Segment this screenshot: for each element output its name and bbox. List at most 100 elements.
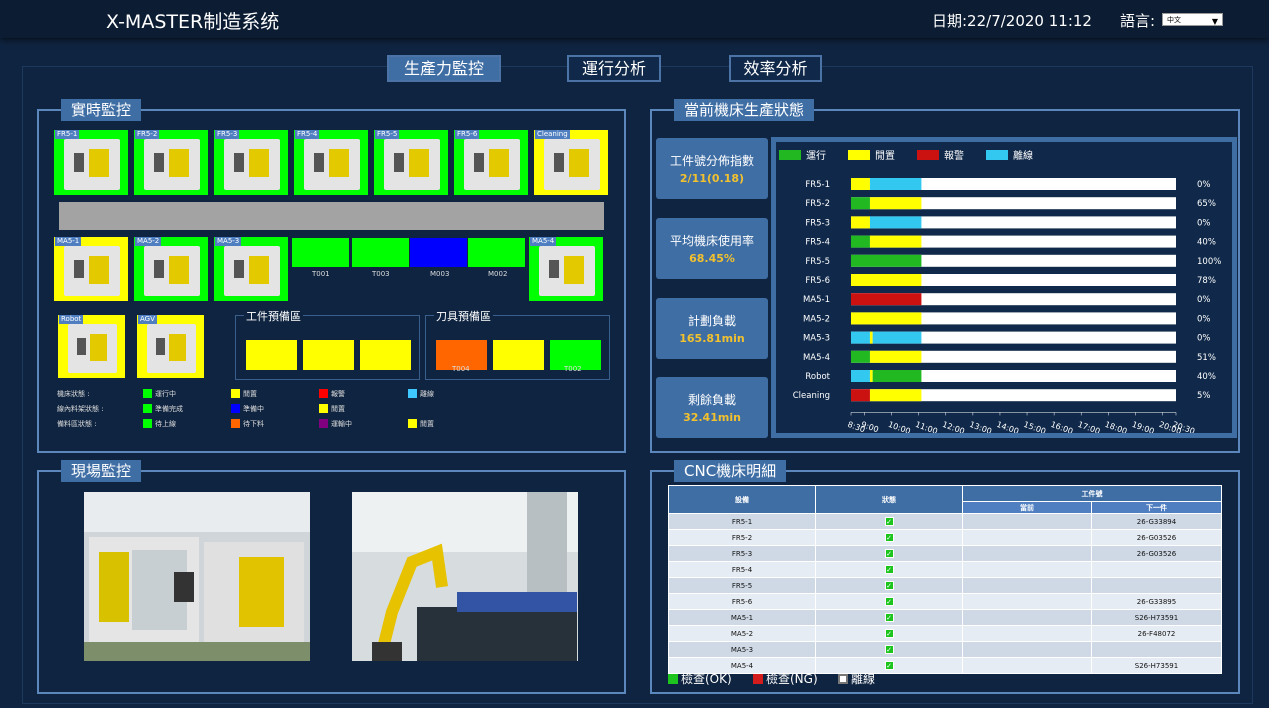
rack-buffer[interactable] xyxy=(292,238,349,267)
panel-title: 當前機床生產狀態 xyxy=(674,99,815,121)
legend-item-label: 待下料 xyxy=(243,420,264,428)
tab-efficiency-analysis[interactable]: 效率分析 xyxy=(729,55,822,82)
machine-tile[interactable]: MA5-2 xyxy=(134,237,208,301)
cell-current xyxy=(962,577,1092,594)
legend-item: 待下料 xyxy=(231,419,264,429)
cell-device: FR5-5 xyxy=(668,577,816,594)
table-row[interactable]: MA5-4 ✓ S26-H73591 xyxy=(668,657,1222,674)
machine-tile[interactable]: FR5-3 xyxy=(214,130,288,195)
rack-buffer[interactable] xyxy=(410,238,467,267)
table-row[interactable]: FR5-4 ✓ xyxy=(668,561,1222,578)
col-workpiece: 工件號 xyxy=(962,485,1222,502)
app-title: X-MASTER制造系统 xyxy=(106,11,280,33)
chart-segment xyxy=(851,274,922,286)
panel-title: 現場監控 xyxy=(61,460,142,482)
machine-tile[interactable]: Cleaning xyxy=(534,130,608,195)
chart-segment xyxy=(851,370,870,382)
legend-item: 閒置 xyxy=(319,404,345,414)
workpiece-slot xyxy=(360,340,411,370)
legend-item-label: 準備中 xyxy=(243,405,264,413)
chart-segment xyxy=(869,370,873,382)
machine-label: FR5-2 xyxy=(135,130,160,139)
machine-label: FR5-1 xyxy=(55,130,80,139)
kpi-label: 工件號分佈指數 xyxy=(669,154,754,168)
cell-device: MA5-2 xyxy=(668,625,816,642)
language-select[interactable]: 中文 ▼ xyxy=(1162,13,1223,26)
chart-segment xyxy=(869,389,922,402)
machine-tile[interactable]: MA5-4 xyxy=(529,237,603,301)
cell-device: FR5-6 xyxy=(668,593,816,610)
table-row[interactable]: FR5-1 ✓ 26-G33894 xyxy=(668,513,1222,530)
check-ok-icon: ✓ xyxy=(884,613,894,622)
chart-segment xyxy=(869,235,922,248)
chart-segment xyxy=(869,216,922,229)
chart-segment xyxy=(851,350,870,363)
chart-legend-swatch xyxy=(848,150,870,160)
machine-image xyxy=(224,139,280,190)
table-row[interactable]: MA5-1 ✓ S26-H73591 xyxy=(668,609,1222,626)
cell-current xyxy=(962,609,1092,626)
chart-segment xyxy=(851,216,870,229)
chart-row-percent: 0% xyxy=(1197,334,1211,344)
cell-current xyxy=(962,625,1092,642)
cell-next: S26-H73591 xyxy=(1091,609,1222,626)
legend-item-label: 閒置 xyxy=(243,390,257,398)
cell-current xyxy=(962,561,1092,578)
table-row[interactable]: FR5-5 ✓ xyxy=(668,577,1222,594)
machine-image xyxy=(384,139,440,190)
chart-segment xyxy=(851,293,922,306)
cell-status: ✓ xyxy=(815,513,963,530)
machine-tile[interactable]: FR5-5 xyxy=(374,130,448,195)
table-row[interactable]: MA5-2 ✓ 26-F48072 xyxy=(668,625,1222,642)
machine-label: FR5-5 xyxy=(375,130,400,139)
kpi-remaining-load: 剩餘負載 32.41min xyxy=(656,377,768,438)
chart-x-tick-label: 11:00 xyxy=(914,420,939,433)
legend-item-label: 報警 xyxy=(331,390,345,398)
rack-buffer[interactable] xyxy=(352,238,409,267)
machine-image xyxy=(64,139,120,190)
legend-swatch xyxy=(143,404,152,413)
kpi-label: 平均機床使用率 xyxy=(669,234,754,248)
tool-slot xyxy=(493,340,544,370)
cell-status: ✓ xyxy=(815,593,963,610)
machine-tile[interactable]: MA5-3 xyxy=(214,237,288,301)
robot-tile[interactable]: Robot xyxy=(58,315,125,378)
cell-status: ✓ xyxy=(815,561,963,578)
workpiece-prep-area: 工件預備區 xyxy=(235,308,420,380)
robot-tile[interactable]: AGV xyxy=(137,315,204,378)
machine-tile[interactable]: MA5-1 xyxy=(54,237,128,301)
kpi-value: 68.45% xyxy=(689,252,735,265)
legend-swatch xyxy=(143,389,152,398)
language-value: 中文 xyxy=(1167,16,1181,24)
legend-swatch xyxy=(319,404,328,413)
machine-tile[interactable]: FR5-4 xyxy=(294,130,368,195)
legend-swatch xyxy=(231,404,240,413)
check-ng-icon xyxy=(753,674,763,684)
legend-item: 待上線 xyxy=(143,419,176,429)
rack-buffer[interactable] xyxy=(468,238,525,267)
machine-image xyxy=(144,139,200,190)
chart-segment xyxy=(869,178,922,190)
chart-row-label: FR5-2 xyxy=(805,199,830,209)
table-row[interactable]: FR5-2 ✓ 26-G03526 xyxy=(668,529,1222,546)
cell-current xyxy=(962,513,1092,530)
tab-operation-analysis[interactable]: 運行分析 xyxy=(567,55,661,82)
kpi-value: 32.41min xyxy=(683,411,741,424)
legend-item-label: 運行中 xyxy=(155,390,176,398)
chart-row-percent: 100% xyxy=(1197,257,1221,267)
table-row[interactable]: FR5-6 ✓ 26-G33895 xyxy=(668,593,1222,610)
cell-next xyxy=(1091,561,1222,578)
rack-buffer-label: T001 xyxy=(312,270,330,278)
workpiece-prep-title: 工件預備區 xyxy=(244,308,303,324)
machine-tile[interactable]: FR5-2 xyxy=(134,130,208,195)
machine-tile[interactable]: FR5-6 xyxy=(454,130,528,195)
tab-productivity[interactable]: 生產力監控 xyxy=(387,55,501,82)
chart-row-label: FR5-1 xyxy=(805,180,830,190)
machine-timeline-chart-frame: 運行 閒置 報警 離線 FR5-1 0% FR5-2 65% FR5-3 0% FR5-4 40% FR… xyxy=(771,137,1237,438)
legend-item: 運輸中 xyxy=(319,419,352,429)
table-row[interactable]: FR5-3 ✓ 26-G03526 xyxy=(668,545,1222,562)
machine-tile[interactable]: FR5-1 xyxy=(54,130,128,195)
chart-segment xyxy=(851,197,870,210)
chart-row-percent: 65% xyxy=(1197,199,1216,209)
table-row[interactable]: MA5-3 ✓ xyxy=(668,641,1222,658)
